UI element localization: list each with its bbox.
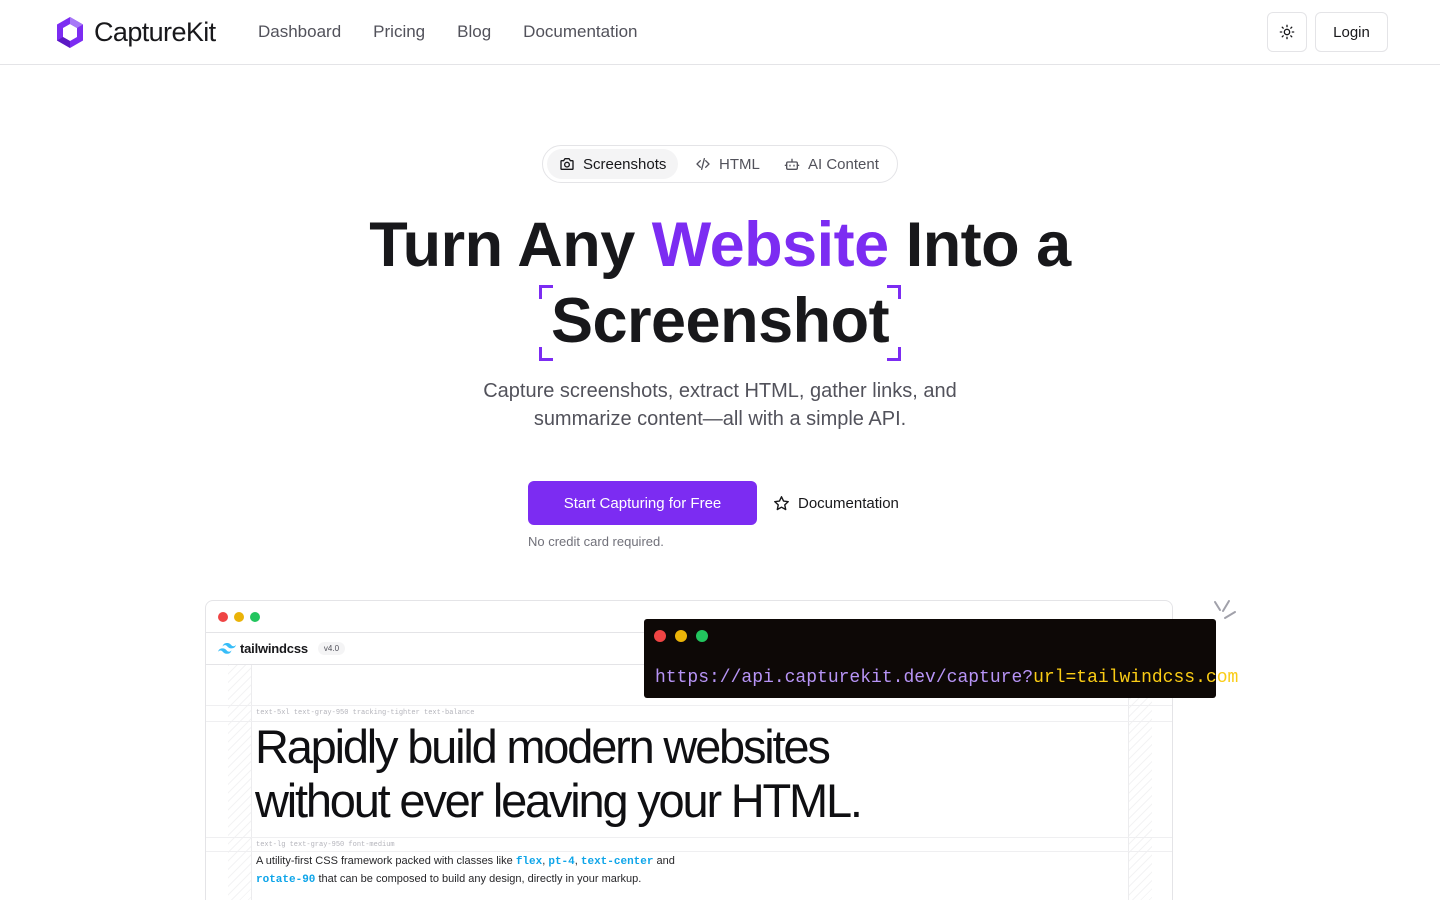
hero-subtitle: Capture screenshots, extract HTML, gathe… bbox=[483, 380, 957, 430]
preview-site-name: tailwindcss bbox=[240, 641, 308, 656]
bot-icon bbox=[784, 158, 800, 170]
preview-headline-line: Rapidly build modern websites bbox=[255, 720, 831, 773]
terminal-minimize-dot bbox=[675, 630, 687, 642]
preview-guide-line bbox=[206, 837, 1172, 838]
tab-html[interactable]: HTML bbox=[683, 149, 772, 179]
camera-icon bbox=[560, 158, 574, 170]
bracket-corner bbox=[887, 285, 902, 299]
hero-headline-line2: Screenshot bbox=[0, 283, 1440, 361]
preview-guide-line bbox=[206, 851, 1172, 852]
tab-label: AI Content bbox=[808, 155, 879, 173]
preview-body-segment: and bbox=[653, 855, 675, 867]
capturekit-logo-icon bbox=[57, 16, 83, 48]
preview-guide-line bbox=[206, 705, 1172, 706]
api-url-base: https://api.capturekit.dev/capture? bbox=[655, 668, 1034, 688]
headline-part2: Into a bbox=[888, 210, 1072, 280]
nav-item-documentation[interactable]: Documentation bbox=[523, 20, 637, 44]
headline-accent: Website bbox=[651, 210, 889, 280]
bracket-corner bbox=[887, 347, 902, 361]
nav-item-pricing[interactable]: Pricing bbox=[373, 20, 425, 44]
window-minimize-dot bbox=[234, 611, 244, 622]
brand-logo-link[interactable]: CaptureKit bbox=[55, 15, 216, 49]
terminal-close-dot bbox=[654, 630, 666, 642]
preview-hatch-left bbox=[228, 665, 252, 900]
preview-code-token: text-center bbox=[580, 856, 654, 868]
code-icon bbox=[696, 158, 710, 170]
main-nav: Dashboard Pricing Blog Documentation bbox=[258, 20, 670, 44]
preview-hatch-right bbox=[1128, 665, 1152, 900]
preview-headline: Rapidly build modern websites without ev… bbox=[255, 720, 863, 828]
top-nav-bar: CaptureKit Dashboard Pricing Blog Docume… bbox=[0, 0, 1440, 65]
headline-word: Screenshot bbox=[550, 286, 890, 356]
api-terminal-window: https://api.capturekit.dev/capture?url=t… bbox=[644, 619, 1238, 698]
theme-toggle-button[interactable] bbox=[1267, 12, 1307, 52]
nav-item-dashboard[interactable]: Dashboard bbox=[258, 20, 341, 44]
hero-headline: Turn Any Website Into a bbox=[0, 207, 1440, 283]
window-close-dot bbox=[218, 611, 228, 622]
preview-body-text: A utility-first CSS framework packed wit… bbox=[256, 853, 776, 889]
preview-class-tag: text-lg text-gray-950 font-medium bbox=[256, 841, 395, 849]
terminal-maximize-dot bbox=[696, 630, 708, 642]
sun-icon bbox=[1279, 24, 1295, 40]
preview-version-badge: v4.0 bbox=[317, 642, 346, 655]
no-credit-card-note: No credit card required. bbox=[528, 534, 664, 549]
bracketed-word: Screenshot bbox=[538, 283, 902, 361]
tab-label: HTML bbox=[719, 155, 760, 173]
documentation-link[interactable]: Documentation bbox=[773, 481, 899, 525]
preview-body-segment: A utility-first CSS framework packed wit… bbox=[256, 855, 516, 867]
api-url: https://api.capturekit.dev/capture?url=t… bbox=[655, 668, 1238, 688]
terminal-window-dots bbox=[654, 630, 717, 642]
feature-tabs: Screenshots HTML AI Content bbox=[542, 145, 898, 183]
headline-part1: Turn Any bbox=[369, 210, 652, 280]
bracket-corner bbox=[538, 347, 553, 361]
preview-code-token: pt-4 bbox=[548, 856, 575, 868]
tailwind-logo-icon bbox=[218, 643, 236, 654]
preview-code-token: rotate-90 bbox=[256, 874, 316, 886]
api-url-param: url=tailwindcss.com bbox=[1033, 668, 1239, 688]
star-icon bbox=[774, 495, 789, 510]
nav-item-blog[interactable]: Blog bbox=[457, 20, 491, 44]
brand-name: CaptureKit bbox=[94, 16, 216, 47]
window-maximize-dot bbox=[250, 611, 260, 622]
tab-label: Screenshots bbox=[583, 155, 667, 173]
preview-code-token: flex bbox=[515, 856, 543, 868]
documentation-link-label: Documentation bbox=[798, 494, 899, 512]
start-capturing-button[interactable]: Start Capturing for Free bbox=[528, 481, 757, 525]
preview-headline-line: without ever leaving your HTML. bbox=[255, 774, 863, 827]
login-button[interactable]: Login bbox=[1315, 12, 1388, 52]
bracket-corner bbox=[538, 285, 553, 299]
sparkle-decoration-icon bbox=[1214, 600, 1236, 619]
tab-ai-content[interactable]: AI Content bbox=[772, 149, 891, 179]
preview-body-segment: that can be composed to build any design… bbox=[315, 873, 642, 885]
tab-screenshots[interactable]: Screenshots bbox=[547, 149, 679, 179]
preview-class-tag: text-5xl text-gray-950 tracking-tighter … bbox=[256, 709, 475, 717]
